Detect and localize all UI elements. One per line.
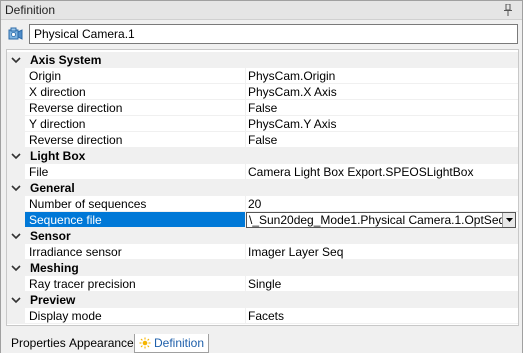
category-axis-system[interactable]: Axis System xyxy=(7,52,518,68)
property-row-irradiance-sensor[interactable]: Irradiance sensor Imager Layer Seq xyxy=(7,244,518,260)
category-label: Axis System xyxy=(30,53,102,67)
property-row-x-direction[interactable]: X direction PhysCam.X Axis xyxy=(7,84,518,100)
property-name[interactable]: X direction xyxy=(25,84,246,100)
object-name-input[interactable] xyxy=(29,24,518,44)
row-gutter xyxy=(7,276,25,292)
tab-properties-label: Properties xyxy=(11,336,66,350)
property-row-y-direction[interactable]: Y direction PhysCam.Y Axis xyxy=(7,116,518,132)
property-value[interactable]: Camera Light Box Export.SPEOSLightBox xyxy=(246,164,518,180)
row-gutter xyxy=(7,68,25,84)
chevron-down-icon[interactable] xyxy=(11,152,21,160)
row-gutter xyxy=(7,196,25,212)
property-value[interactable]: PhysCam.Origin xyxy=(246,68,518,84)
property-row-sequence-file[interactable]: Sequence file \_Sun20deg_Mode1.Physical C… xyxy=(7,212,518,228)
property-name[interactable]: Origin xyxy=(25,68,246,84)
tab-definition-label: Definition xyxy=(154,336,205,350)
property-name[interactable]: Reverse direction xyxy=(25,100,246,116)
property-name[interactable]: Display mode xyxy=(25,308,246,324)
property-name[interactable]: Irradiance sensor xyxy=(25,244,246,260)
property-value[interactable]: Single xyxy=(246,276,518,292)
row-gutter xyxy=(7,132,25,148)
chevron-down-icon[interactable] xyxy=(11,56,21,64)
property-value[interactable]: 20 xyxy=(246,196,518,212)
row-gutter xyxy=(7,84,25,100)
panel-titlebar: Definition xyxy=(1,1,522,20)
property-value[interactable]: False xyxy=(246,132,518,148)
property-row-file[interactable]: File Camera Light Box Export.SPEOSLightBo… xyxy=(7,164,518,180)
property-row-reverse-direction[interactable]: Reverse direction False xyxy=(7,132,518,148)
chevron-down-icon[interactable] xyxy=(11,296,21,304)
category-label: Preview xyxy=(30,293,76,307)
pin-icon[interactable] xyxy=(504,4,512,16)
row-gutter xyxy=(7,116,25,132)
property-row-display-mode[interactable]: Display mode Facets xyxy=(7,308,518,324)
category-preview[interactable]: Preview xyxy=(7,292,518,308)
property-row-ray-tracer-precision[interactable]: Ray tracer precision Single xyxy=(7,276,518,292)
row-gutter xyxy=(7,100,25,116)
dropdown-button[interactable] xyxy=(502,213,515,227)
tab-appearance-label: Appearance xyxy=(69,336,134,350)
tab-properties[interactable]: Properties xyxy=(7,334,70,353)
row-gutter xyxy=(7,212,25,228)
panel-tabs: Properties Appearance Definition xyxy=(1,334,522,353)
category-label: General xyxy=(30,181,75,195)
property-value[interactable]: PhysCam.X Axis xyxy=(246,84,518,100)
dropdown-arrow-icon xyxy=(506,218,513,222)
property-name[interactable]: Ray tracer precision xyxy=(25,276,246,292)
row-gutter xyxy=(7,244,25,260)
category-sensor[interactable]: Sensor xyxy=(7,228,518,244)
property-name[interactable]: Y direction xyxy=(25,116,246,132)
property-value[interactable]: Imager Layer Seq xyxy=(246,244,518,260)
property-name[interactable]: Reverse direction xyxy=(25,132,246,148)
sun-icon xyxy=(139,337,151,349)
category-meshing[interactable]: Meshing xyxy=(7,260,518,276)
property-row-origin[interactable]: Origin PhysCam.Origin xyxy=(7,68,518,84)
property-value: \_Sun20deg_Mode1.Physical Camera.1.OptSe… xyxy=(249,213,516,227)
property-grid: Axis System Origin PhysCam.Origin X directi… xyxy=(6,49,519,326)
camera-icon xyxy=(8,27,23,40)
property-name[interactable]: Sequence file xyxy=(25,212,246,228)
category-general[interactable]: General xyxy=(7,180,518,196)
tab-appearance[interactable]: Appearance xyxy=(65,334,138,353)
object-name-row xyxy=(1,21,522,47)
property-name[interactable]: Number of sequences xyxy=(25,196,246,212)
property-value[interactable]: PhysCam.Y Axis xyxy=(246,116,518,132)
tab-definition[interactable]: Definition xyxy=(134,334,210,353)
category-label: Meshing xyxy=(30,261,79,275)
chevron-down-icon[interactable] xyxy=(11,184,21,192)
category-light-box[interactable]: Light Box xyxy=(7,148,518,164)
property-row-reverse-direction[interactable]: Reverse direction False xyxy=(7,100,518,116)
panel-title: Definition xyxy=(5,3,56,17)
property-value[interactable]: False xyxy=(246,100,518,116)
category-label: Sensor xyxy=(30,229,71,243)
chevron-down-icon[interactable] xyxy=(11,232,21,240)
property-row-number-of-sequences[interactable]: Number of sequences 20 xyxy=(7,196,518,212)
definition-panel: Definition Axis SystemOriginPhysCam.Orig… xyxy=(0,0,523,353)
property-value[interactable]: Facets xyxy=(246,308,518,324)
category-label: Light Box xyxy=(30,149,86,163)
property-value-editor[interactable]: \_Sun20deg_Mode1.Physical Camera.1.OptSe… xyxy=(246,212,516,228)
row-gutter xyxy=(7,164,25,180)
chevron-down-icon[interactable] xyxy=(11,264,21,272)
property-name[interactable]: File xyxy=(25,164,246,180)
row-gutter xyxy=(7,308,25,324)
